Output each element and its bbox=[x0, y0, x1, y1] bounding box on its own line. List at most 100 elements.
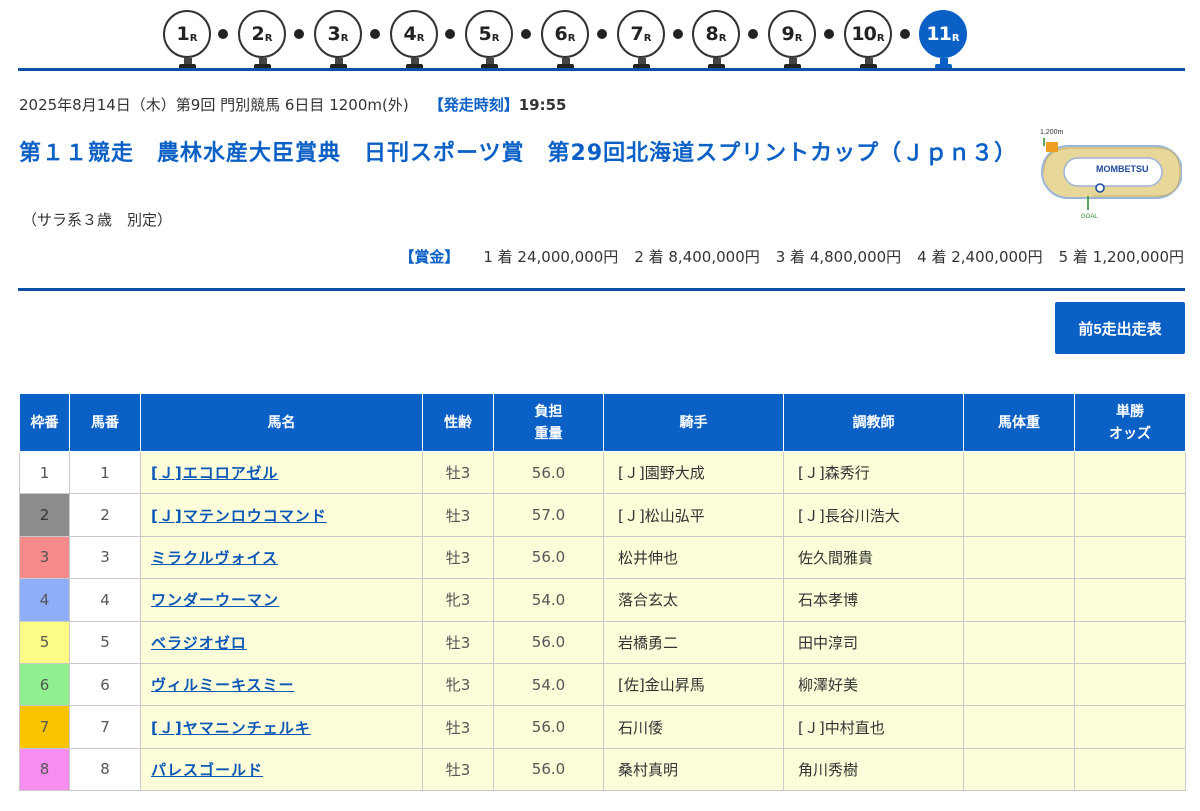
horse-name-link[interactable]: ミラクルヴォイス bbox=[151, 549, 278, 567]
course-goal-label: GOAL bbox=[1081, 214, 1098, 220]
weight-cell: 54.0 bbox=[493, 662, 604, 707]
horse-name-link[interactable]: ワンダーウーマン bbox=[151, 591, 279, 609]
header-weight: 負担 重量 bbox=[493, 393, 604, 452]
table-row: 3 3 ミラクルヴォイス 牡3 56.0 松井伸也 佐久間雅貴 bbox=[19, 535, 1186, 580]
race-suffix: R bbox=[491, 32, 500, 44]
race-number: 5 bbox=[478, 23, 492, 45]
odds-cell bbox=[1074, 578, 1186, 622]
prize-item: 3 着 4,800,000円 bbox=[775, 248, 902, 266]
race-button-10[interactable]: 10 R bbox=[844, 10, 892, 71]
waku-cell: 4 bbox=[19, 578, 70, 622]
trainer-cell: 石本孝博 bbox=[783, 578, 964, 622]
waku-cell: 8 bbox=[19, 747, 70, 792]
race-number: 4 bbox=[403, 23, 417, 45]
race-button-3[interactable]: 3R bbox=[314, 10, 362, 71]
race-button-1[interactable]: 1R bbox=[163, 10, 211, 71]
race-button-9[interactable]: 9R bbox=[768, 10, 816, 71]
weight-cell: 54.0 bbox=[493, 578, 604, 622]
header-trainer: 調教師 bbox=[783, 393, 964, 452]
odds-cell bbox=[1074, 450, 1186, 495]
jockey-cell: 松井伸也 bbox=[603, 535, 784, 580]
body-weight-cell bbox=[963, 535, 1075, 580]
prize-item: 5 着 1,200,000円 bbox=[1058, 248, 1184, 266]
header-odds: 単勝 オッズ bbox=[1074, 393, 1186, 452]
post-time: 19:55 bbox=[518, 96, 567, 114]
header-horse-name: 馬名 bbox=[140, 393, 423, 452]
odds-cell bbox=[1074, 662, 1186, 707]
body-weight-cell bbox=[963, 493, 1075, 537]
horse-name-link[interactable]: パレスゴールド bbox=[151, 761, 263, 779]
course-map-image: 1,200m MOMBETSU GOAL bbox=[1040, 129, 1182, 220]
race-suffix: R bbox=[264, 32, 273, 44]
horse-name-link[interactable]: [Ｊ]エコロアゼル bbox=[151, 464, 278, 482]
weight-cell: 56.0 bbox=[493, 705, 604, 749]
waku-cell: 7 bbox=[19, 705, 70, 749]
table-row: 2 2 [Ｊ]マテンロウコマンド 牡3 57.0 [Ｊ]松山弘平 [Ｊ]長谷川浩… bbox=[19, 493, 1186, 537]
race-suffix: R bbox=[567, 32, 576, 44]
race-button-2[interactable]: 2R bbox=[238, 10, 286, 71]
weight-cell: 56.0 bbox=[493, 747, 604, 792]
race-button-11[interactable]: 11 R bbox=[919, 10, 967, 71]
race-button-4[interactable]: 4R bbox=[390, 10, 438, 71]
umaban-cell: 5 bbox=[69, 620, 141, 664]
table-row: 4 4 ワンダーウーマン 牝3 54.0 落合玄太 石本孝博 bbox=[19, 578, 1186, 622]
horse-name-cell: ワンダーウーマン bbox=[140, 578, 423, 622]
sex-age-cell: 牡3 bbox=[422, 705, 494, 749]
past-five-runs-button[interactable]: 前5走出走表 bbox=[1055, 302, 1185, 354]
umaban-cell: 6 bbox=[69, 662, 141, 707]
odds-cell bbox=[1074, 747, 1186, 792]
horse-name-cell: パレスゴールド bbox=[140, 747, 423, 792]
body-weight-cell bbox=[963, 662, 1075, 707]
trainer-cell: 田中淳司 bbox=[783, 620, 964, 664]
horse-name-link[interactable]: ヴィルミーキスミー bbox=[151, 676, 295, 694]
umaban-cell: 1 bbox=[69, 450, 141, 495]
horse-name-link[interactable]: ベラジオゼロ bbox=[151, 634, 247, 652]
separator-dot bbox=[294, 29, 304, 39]
trainer-cell: 佐久間雅貴 bbox=[783, 535, 964, 580]
sex-age-cell: 牡3 bbox=[422, 535, 494, 580]
waku-cell: 3 bbox=[19, 535, 70, 580]
odds-cell bbox=[1074, 493, 1186, 537]
race-title: 第１１競走 農林水産大臣賞典 日刊スポーツ賞 第29回北海道スプリントカップ（Ｊ… bbox=[19, 141, 1018, 166]
umaban-cell: 4 bbox=[69, 578, 141, 622]
race-button-7[interactable]: 7R bbox=[617, 10, 665, 71]
separator-dot bbox=[900, 29, 910, 39]
horse-name-link[interactable]: [Ｊ]マテンロウコマンド bbox=[151, 507, 327, 525]
umaban-cell: 2 bbox=[69, 493, 141, 537]
sex-age-cell: 牡3 bbox=[422, 620, 494, 664]
horse-name-cell: ベラジオゼロ bbox=[140, 620, 423, 664]
race-button-6[interactable]: 6R bbox=[541, 10, 589, 71]
weight-cell: 56.0 bbox=[493, 620, 604, 664]
race-suffix: R bbox=[189, 32, 198, 44]
race-number: 10 bbox=[851, 23, 876, 45]
race-number: 7 bbox=[630, 23, 644, 45]
header-sex-age: 性齢 bbox=[422, 393, 494, 452]
race-button-5[interactable]: 5R bbox=[465, 10, 513, 71]
race-number: 1 bbox=[176, 23, 190, 45]
horse-name-cell: [Ｊ]エコロアゼル bbox=[140, 450, 423, 495]
separator-dot bbox=[748, 29, 758, 39]
race-selector: 1R 2R 3R 4R 5R 6R 7R 8R 9R 10 R 11 R bbox=[0, 0, 1200, 72]
umaban-cell: 7 bbox=[69, 705, 141, 749]
waku-cell: 1 bbox=[19, 450, 70, 495]
horse-name-link[interactable]: [Ｊ]ヤマニンチェルキ bbox=[151, 719, 311, 737]
race-suffix: R bbox=[951, 32, 960, 44]
table-row: 5 5 ベラジオゼロ 牡3 56.0 岩橋勇二 田中淳司 bbox=[19, 620, 1186, 664]
jockey-cell: [佐]金山昇馬 bbox=[603, 662, 784, 707]
body-weight-cell bbox=[963, 620, 1075, 664]
sex-age-cell: 牡3 bbox=[422, 493, 494, 537]
body-weight-cell bbox=[963, 450, 1075, 495]
waku-cell: 2 bbox=[19, 493, 70, 537]
separator-dot bbox=[218, 29, 228, 39]
table-row: 1 1 [Ｊ]エコロアゼル 牡3 56.0 [Ｊ]園野大成 [Ｊ]森秀行 bbox=[19, 450, 1186, 495]
prize-item: 4 着 2,400,000円 bbox=[917, 248, 1043, 266]
waku-cell: 5 bbox=[19, 620, 70, 664]
prize-label: 【賞金】 bbox=[399, 248, 460, 266]
jockey-cell: 石川倭 bbox=[603, 705, 784, 749]
race-number: 11 bbox=[926, 23, 951, 45]
race-suffix: R bbox=[416, 32, 425, 44]
post-time-label: 【発走時刻】 bbox=[428, 96, 519, 114]
trainer-cell: 柳澤好美 bbox=[783, 662, 964, 707]
race-button-8[interactable]: 8R bbox=[692, 10, 740, 71]
weight-cell: 56.0 bbox=[493, 450, 604, 495]
